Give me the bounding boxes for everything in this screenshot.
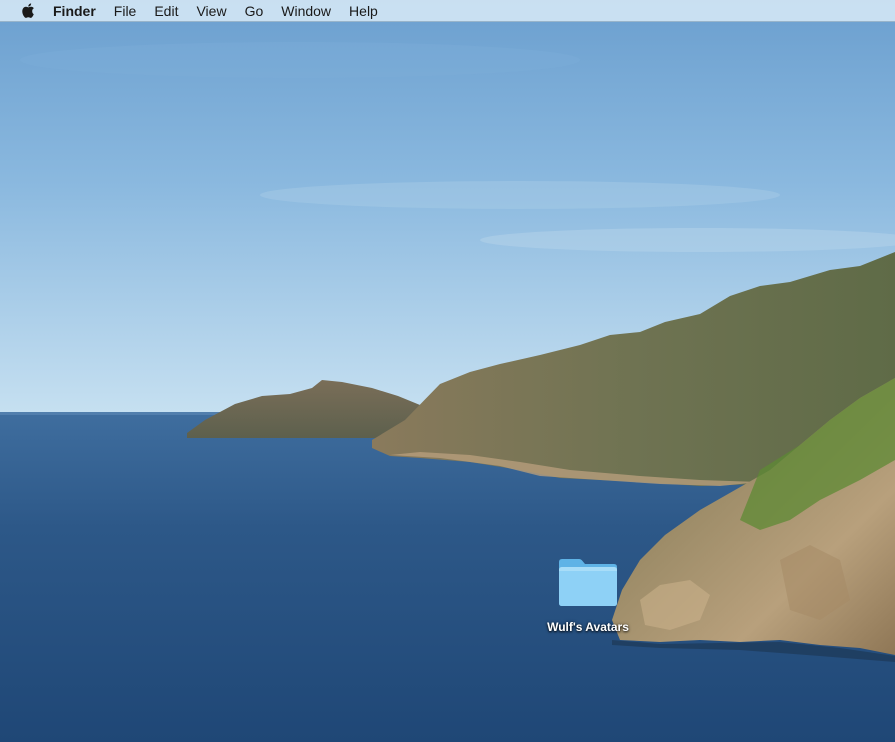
menu-app-finder[interactable]: Finder — [53, 0, 105, 22]
folder-label[interactable]: Wulf's Avatars — [547, 620, 629, 634]
menu-file[interactable]: File — [105, 0, 146, 22]
menu-edit[interactable]: Edit — [145, 0, 187, 22]
menu-bar: Finder File Edit View Go Window Help — [0, 0, 895, 22]
menu-window[interactable]: Window — [272, 0, 340, 22]
desktop-screen: Finder File Edit View Go Window Help Wul… — [0, 0, 895, 742]
folder-icon[interactable] — [557, 556, 619, 608]
desktop-folder[interactable]: Wulf's Avatars — [534, 556, 642, 634]
menu-go[interactable]: Go — [236, 0, 273, 22]
menu-help[interactable]: Help — [340, 0, 387, 22]
apple-logo-icon[interactable] — [18, 2, 36, 20]
desktop-wallpaper — [0, 0, 895, 742]
menu-view[interactable]: View — [187, 0, 235, 22]
